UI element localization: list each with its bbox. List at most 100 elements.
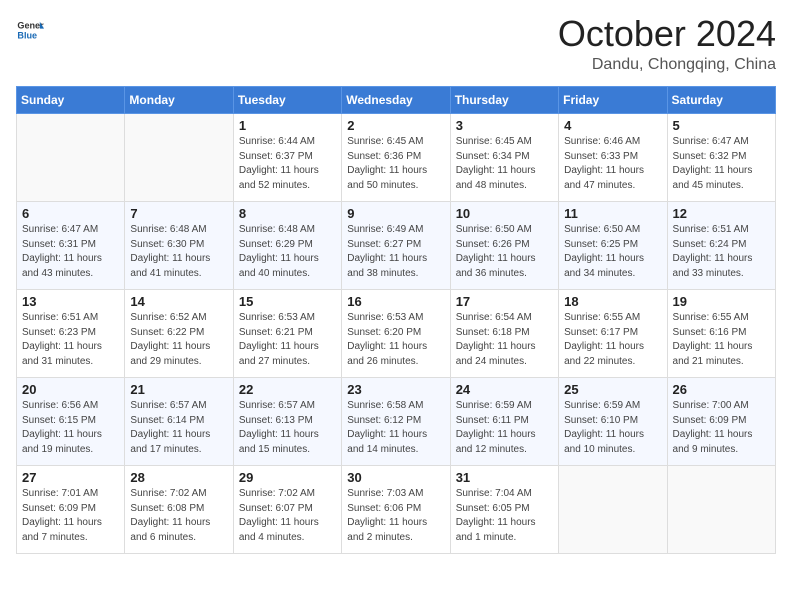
day-info: Sunrise: 6:59 AM Sunset: 6:10 PM Dayligh… xyxy=(564,399,661,457)
weekday-header: Friday xyxy=(559,87,667,114)
day-info: Sunrise: 6:49 AM Sunset: 6:27 PM Dayligh… xyxy=(347,223,444,281)
day-info: Sunrise: 6:51 AM Sunset: 6:24 PM Dayligh… xyxy=(673,223,770,281)
day-info: Sunrise: 6:53 AM Sunset: 6:20 PM Dayligh… xyxy=(347,311,444,369)
location-subtitle: Dandu, Chongqing, China xyxy=(558,56,776,74)
day-number: 17 xyxy=(456,294,553,309)
day-number: 29 xyxy=(239,470,336,485)
calendar-cell: 3 Sunrise: 6:45 AM Sunset: 6:34 PM Daylig… xyxy=(450,114,558,202)
page-header: General Blue October 2024 Dandu, Chongqi… xyxy=(16,16,776,74)
weekday-header-row: SundayMondayTuesdayWednesdayThursdayFrid… xyxy=(17,87,776,114)
day-number: 2 xyxy=(347,118,444,133)
day-number: 10 xyxy=(456,206,553,221)
day-number: 7 xyxy=(130,206,227,221)
calendar-cell: 2 Sunrise: 6:45 AM Sunset: 6:36 PM Daylig… xyxy=(342,114,450,202)
day-info: Sunrise: 6:58 AM Sunset: 6:12 PM Dayligh… xyxy=(347,399,444,457)
day-number: 4 xyxy=(564,118,661,133)
day-number: 26 xyxy=(673,382,770,397)
day-info: Sunrise: 6:53 AM Sunset: 6:21 PM Dayligh… xyxy=(239,311,336,369)
weekday-header: Saturday xyxy=(667,87,775,114)
calendar-cell: 24Sunrise: 6:59 AM Sunset: 6:11 PM Dayli… xyxy=(450,378,558,466)
logo: General Blue xyxy=(16,16,44,44)
day-number: 18 xyxy=(564,294,661,309)
day-number: 14 xyxy=(130,294,227,309)
day-number: 9 xyxy=(347,206,444,221)
day-info: Sunrise: 6:55 AM Sunset: 6:17 PM Dayligh… xyxy=(564,311,661,369)
calendar-cell: 15 Sunrise: 6:53 AM Sunset: 6:21 PM Dayli… xyxy=(233,290,341,378)
calendar-week-row: 1Sunrise: 6:44 AM Sunset: 6:37 PM Daylig… xyxy=(17,114,776,202)
day-info: Sunrise: 7:04 AM Sunset: 6:05 PM Dayligh… xyxy=(456,487,553,545)
calendar-cell xyxy=(667,466,775,554)
day-info: Sunrise: 6:45 AM Sunset: 6:34 PM Dayligh… xyxy=(456,135,553,193)
calendar-cell: 28Sunrise: 7:02 AM Sunset: 6:08 PM Dayli… xyxy=(125,466,233,554)
calendar-cell: 29 Sunrise: 7:02 AM Sunset: 6:07 PM Dayli… xyxy=(233,466,341,554)
calendar-cell: 8 Sunrise: 6:48 AM Sunset: 6:29 PM Daylig… xyxy=(233,202,341,290)
calendar-cell: 31 Sunrise: 7:04 AM Sunset: 6:05 PM Dayli… xyxy=(450,466,558,554)
calendar-cell: 30Sunrise: 7:03 AM Sunset: 6:06 PM Dayli… xyxy=(342,466,450,554)
day-info: Sunrise: 6:46 AM Sunset: 6:33 PM Dayligh… xyxy=(564,135,661,193)
day-info: Sunrise: 6:51 AM Sunset: 6:23 PM Dayligh… xyxy=(22,311,119,369)
calendar-cell xyxy=(17,114,125,202)
calendar-cell xyxy=(559,466,667,554)
day-number: 22 xyxy=(239,382,336,397)
day-number: 11 xyxy=(564,206,661,221)
day-number: 21 xyxy=(130,382,227,397)
day-info: Sunrise: 6:48 AM Sunset: 6:29 PM Dayligh… xyxy=(239,223,336,281)
calendar-cell xyxy=(125,114,233,202)
weekday-header: Tuesday xyxy=(233,87,341,114)
calendar-week-row: 13 Sunrise: 6:51 AM Sunset: 6:23 PM Dayli… xyxy=(17,290,776,378)
day-number: 19 xyxy=(673,294,770,309)
day-info: Sunrise: 7:00 AM Sunset: 6:09 PM Dayligh… xyxy=(673,399,770,457)
svg-text:Blue: Blue xyxy=(17,30,37,40)
calendar-cell: 25Sunrise: 6:59 AM Sunset: 6:10 PM Dayli… xyxy=(559,378,667,466)
calendar-cell: 12 Sunrise: 6:51 AM Sunset: 6:24 PM Dayli… xyxy=(667,202,775,290)
day-info: Sunrise: 6:56 AM Sunset: 6:15 PM Dayligh… xyxy=(22,399,119,457)
calendar-cell: 21 Sunrise: 6:57 AM Sunset: 6:14 PM Dayli… xyxy=(125,378,233,466)
calendar-cell: 19 Sunrise: 6:55 AM Sunset: 6:16 PM Dayli… xyxy=(667,290,775,378)
day-info: Sunrise: 6:50 AM Sunset: 6:26 PM Dayligh… xyxy=(456,223,553,281)
day-info: Sunrise: 6:57 AM Sunset: 6:14 PM Dayligh… xyxy=(130,399,227,457)
month-title: October 2024 xyxy=(558,16,776,52)
day-number: 1 xyxy=(239,118,336,133)
calendar-week-row: 6Sunrise: 6:47 AM Sunset: 6:31 PM Daylig… xyxy=(17,202,776,290)
day-number: 24 xyxy=(456,382,553,397)
day-info: Sunrise: 6:57 AM Sunset: 6:13 PM Dayligh… xyxy=(239,399,336,457)
day-info: Sunrise: 6:50 AM Sunset: 6:25 PM Dayligh… xyxy=(564,223,661,281)
day-info: Sunrise: 6:55 AM Sunset: 6:16 PM Dayligh… xyxy=(673,311,770,369)
calendar-cell: 11 Sunrise: 6:50 AM Sunset: 6:25 PM Dayli… xyxy=(559,202,667,290)
day-info: Sunrise: 6:45 AM Sunset: 6:36 PM Dayligh… xyxy=(347,135,444,193)
logo-icon: General Blue xyxy=(16,16,44,44)
day-number: 15 xyxy=(239,294,336,309)
calendar-week-row: 27Sunrise: 7:01 AM Sunset: 6:09 PM Dayli… xyxy=(17,466,776,554)
calendar-cell: 17 Sunrise: 6:54 AM Sunset: 6:18 PM Dayli… xyxy=(450,290,558,378)
day-info: Sunrise: 6:54 AM Sunset: 6:18 PM Dayligh… xyxy=(456,311,553,369)
calendar-cell: 20Sunrise: 6:56 AM Sunset: 6:15 PM Dayli… xyxy=(17,378,125,466)
day-number: 27 xyxy=(22,470,119,485)
title-area: October 2024 Dandu, Chongqing, China xyxy=(558,16,776,74)
calendar-table: SundayMondayTuesdayWednesdayThursdayFrid… xyxy=(16,86,776,554)
day-number: 3 xyxy=(456,118,553,133)
day-info: Sunrise: 7:02 AM Sunset: 6:07 PM Dayligh… xyxy=(239,487,336,545)
calendar-cell: 5 Sunrise: 6:47 AM Sunset: 6:32 PM Daylig… xyxy=(667,114,775,202)
calendar-cell: 26 Sunrise: 7:00 AM Sunset: 6:09 PM Dayli… xyxy=(667,378,775,466)
weekday-header: Sunday xyxy=(17,87,125,114)
day-number: 13 xyxy=(22,294,119,309)
calendar-cell: 4 Sunrise: 6:46 AM Sunset: 6:33 PM Daylig… xyxy=(559,114,667,202)
calendar-cell: 6Sunrise: 6:47 AM Sunset: 6:31 PM Daylig… xyxy=(17,202,125,290)
day-info: Sunrise: 6:48 AM Sunset: 6:30 PM Dayligh… xyxy=(130,223,227,281)
calendar-cell: 13 Sunrise: 6:51 AM Sunset: 6:23 PM Dayli… xyxy=(17,290,125,378)
calendar-cell: 7 Sunrise: 6:48 AM Sunset: 6:30 PM Daylig… xyxy=(125,202,233,290)
calendar-cell: 23 Sunrise: 6:58 AM Sunset: 6:12 PM Dayli… xyxy=(342,378,450,466)
calendar-cell: 1Sunrise: 6:44 AM Sunset: 6:37 PM Daylig… xyxy=(233,114,341,202)
day-number: 16 xyxy=(347,294,444,309)
calendar-cell: 22 Sunrise: 6:57 AM Sunset: 6:13 PM Dayli… xyxy=(233,378,341,466)
calendar-cell: 14 Sunrise: 6:52 AM Sunset: 6:22 PM Dayli… xyxy=(125,290,233,378)
day-info: Sunrise: 7:02 AM Sunset: 6:08 PM Dayligh… xyxy=(130,487,227,545)
day-number: 5 xyxy=(673,118,770,133)
day-number: 8 xyxy=(239,206,336,221)
day-number: 6 xyxy=(22,206,119,221)
day-info: Sunrise: 6:47 AM Sunset: 6:32 PM Dayligh… xyxy=(673,135,770,193)
day-number: 12 xyxy=(673,206,770,221)
day-number: 23 xyxy=(347,382,444,397)
day-info: Sunrise: 6:52 AM Sunset: 6:22 PM Dayligh… xyxy=(130,311,227,369)
day-number: 31 xyxy=(456,470,553,485)
